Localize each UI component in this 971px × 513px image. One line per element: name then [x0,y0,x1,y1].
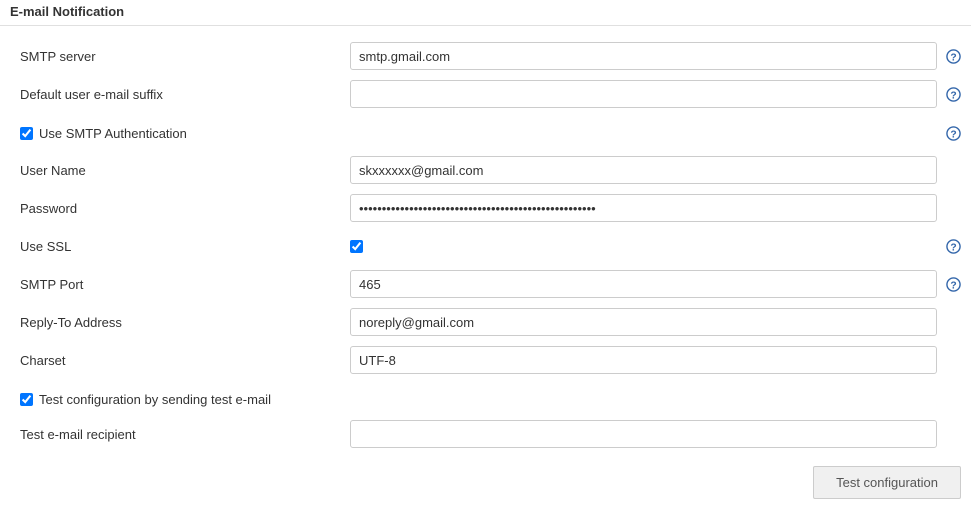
button-row: Test configuration [20,466,961,499]
row-test-recipient: Test e-mail recipient [20,416,961,452]
charset-input[interactable] [350,346,937,374]
default-suffix-input[interactable] [350,80,937,108]
help-icon[interactable]: ? [946,87,961,102]
row-default-suffix: Default user e-mail suffix ? [20,76,961,112]
help-icon[interactable]: ? [946,239,961,254]
form-container: SMTP server ? Default user e-mail suffix… [0,38,971,509]
charset-label: Charset [20,353,350,368]
row-test-config-checkbox: Test configuration by sending test e-mai… [20,384,961,414]
test-configuration-button[interactable]: Test configuration [813,466,961,499]
user-name-label: User Name [20,163,350,178]
svg-text:?: ? [950,280,956,291]
row-password: Password [20,190,961,226]
svg-text:?: ? [950,90,956,101]
use-smtp-auth-checkbox[interactable] [20,127,33,140]
row-smtp-port: SMTP Port ? [20,266,961,302]
smtp-server-label: SMTP server [20,49,350,64]
use-ssl-checkbox[interactable] [350,240,363,253]
row-charset: Charset [20,342,961,378]
help-icon[interactable]: ? [946,126,961,141]
smtp-port-input[interactable] [350,270,937,298]
help-icon[interactable]: ? [946,49,961,64]
smtp-port-label: SMTP Port [20,277,350,292]
smtp-server-input[interactable] [350,42,937,70]
svg-text:?: ? [950,129,956,140]
row-use-smtp-auth: Use SMTP Authentication ? [20,118,961,148]
reply-to-input[interactable] [350,308,937,336]
use-smtp-auth-label: Use SMTP Authentication [39,126,187,141]
row-use-ssl: Use SSL ? [20,228,961,264]
password-label: Password [20,201,350,216]
row-user-name: User Name [20,152,961,188]
test-config-checkbox-label: Test configuration by sending test e-mai… [39,392,271,407]
section-title: E-mail Notification [0,0,971,26]
test-recipient-label: Test e-mail recipient [20,427,350,442]
row-reply-to: Reply-To Address [20,304,961,340]
test-recipient-input[interactable] [350,420,937,448]
svg-text:?: ? [950,242,956,253]
reply-to-label: Reply-To Address [20,315,350,330]
default-suffix-label: Default user e-mail suffix [20,87,350,102]
user-name-input[interactable] [350,156,937,184]
test-config-checkbox[interactable] [20,393,33,406]
svg-text:?: ? [950,52,956,63]
row-smtp-server: SMTP server ? [20,38,961,74]
password-input[interactable] [350,194,937,222]
help-icon[interactable]: ? [946,277,961,292]
use-ssl-label: Use SSL [20,239,350,254]
